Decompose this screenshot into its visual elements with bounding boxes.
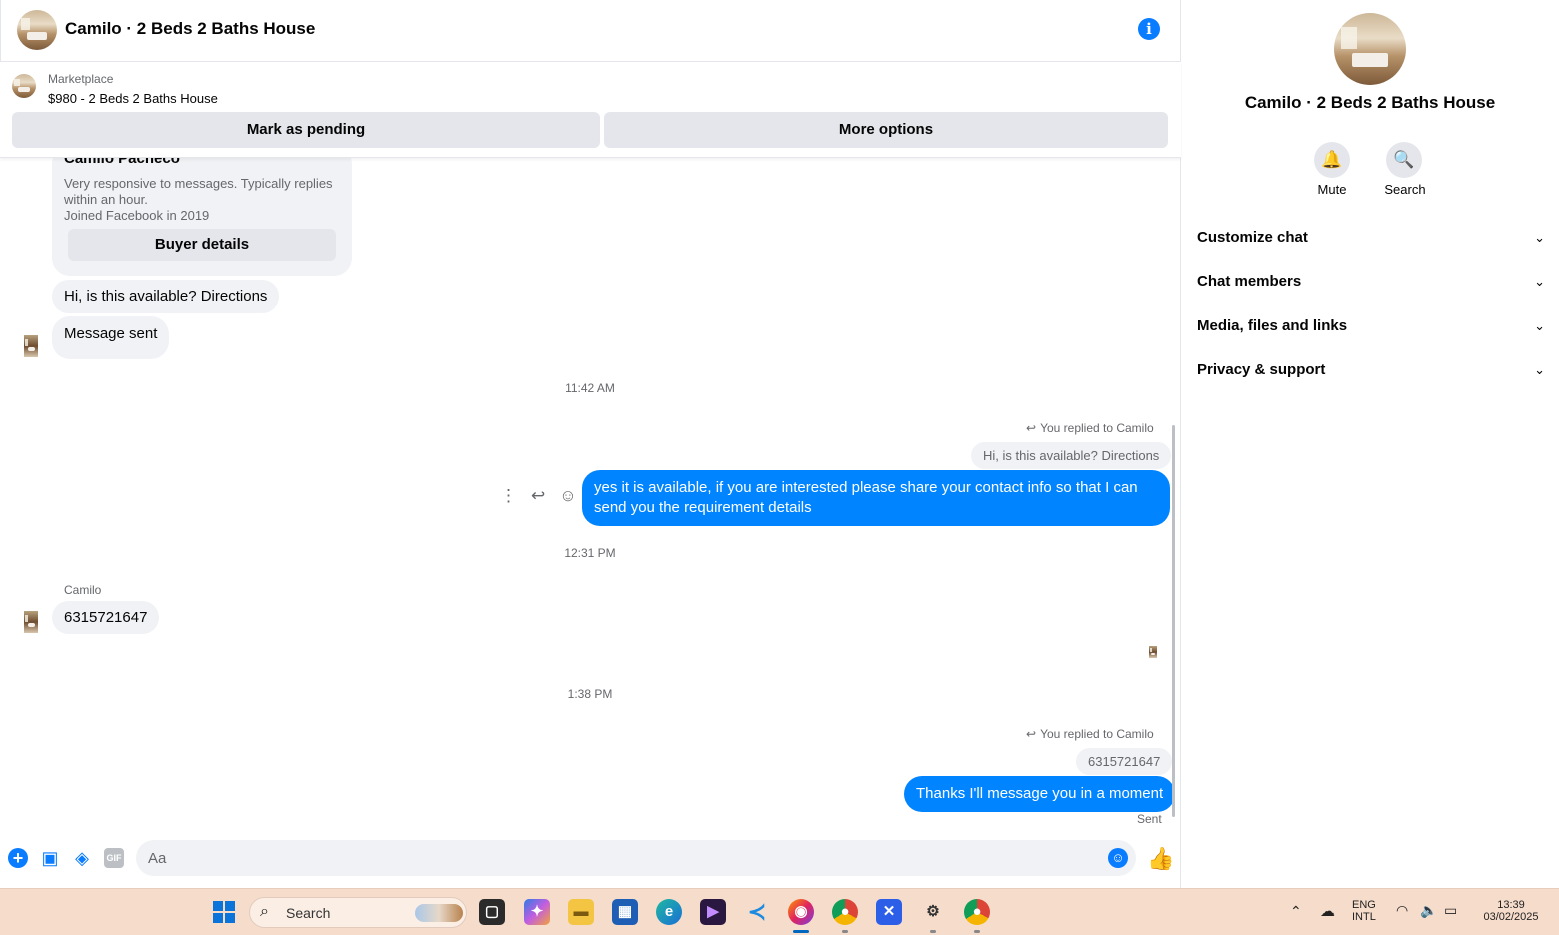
seller-description: Very responsive to messages. Typically r… [64, 176, 333, 207]
more-options-button[interactable]: More options [604, 112, 1168, 148]
firefox-icon[interactable]: ◉ [788, 899, 814, 925]
task-view-icon[interactable]: ▢ [479, 899, 505, 925]
react-icon[interactable]: ☺ [559, 486, 576, 506]
more-icon[interactable]: ⋮ [500, 486, 517, 506]
marketplace-bar: Marketplace $980 - 2 Beds 2 Baths House … [0, 62, 1181, 158]
timestamp: 11:42 AM [565, 381, 615, 395]
language-indicator[interactable]: ENG INTL [1352, 899, 1376, 923]
volume-icon[interactable]: 🔈 [1420, 902, 1437, 919]
chevron-down-icon: ⌄ [1534, 318, 1545, 333]
listing-title[interactable]: $980 - 2 Beds 2 Baths House [48, 91, 218, 106]
seller-joined: Joined Facebook in 2019 [64, 208, 210, 223]
emoji-icon[interactable]: ☺ [1108, 848, 1128, 868]
seller-name: Camilo Pacheco [64, 158, 180, 167]
running-app-indicator [930, 930, 936, 933]
reply-indicator: ↩ You replied to Camilo [1026, 421, 1154, 435]
info-icon[interactable]: i [1138, 18, 1160, 40]
privacy-support-row[interactable]: Privacy & support ⌄ [1197, 350, 1547, 390]
sticker-icon[interactable]: ◈ [72, 848, 92, 868]
message-bubble-outgoing[interactable]: Thanks I'll message you in a moment [904, 776, 1176, 812]
app-icon[interactable]: ⚙ [920, 899, 946, 925]
running-app-indicator [842, 930, 848, 933]
bell-icon: 🔔 [1321, 150, 1343, 169]
gif-icon[interactable]: GIF [104, 848, 124, 868]
vscode-icon[interactable]: ≺ [744, 899, 770, 925]
search-label: Search [1384, 182, 1426, 197]
reply-indicator: ↩ You replied to Camilo [1026, 727, 1154, 741]
listing-avatar[interactable] [17, 10, 57, 50]
buyer-details-button[interactable]: Buyer details [68, 229, 336, 261]
wifi-icon[interactable]: ◠ [1396, 902, 1408, 919]
customize-chat-row[interactable]: Customize chat ⌄ [1197, 218, 1547, 258]
timestamp: 12:31 PM [564, 546, 616, 560]
chat-members-row[interactable]: Chat members ⌄ [1197, 262, 1547, 302]
contact-avatar[interactable] [24, 335, 38, 357]
edge-icon[interactable]: e [656, 899, 682, 925]
reply-icon: ↩ [1026, 727, 1037, 741]
sender-name: Camilo [64, 583, 102, 597]
taskbar-search-label: Search [286, 905, 331, 921]
quoted-message[interactable]: 6315721647 [1076, 748, 1173, 775]
chevron-up-icon[interactable]: ⌃ [1290, 903, 1302, 920]
conversation-info-panel: Camilo · 2 Beds 2 Baths House 🔔 Mute 🔍 S… [1181, 0, 1559, 888]
quoted-message[interactable]: Hi, is this available? Directions [971, 442, 1172, 469]
thumbs-up-icon[interactable]: 👍 [1147, 846, 1174, 872]
message-actions: ⋮ ↩ ☺ [500, 486, 577, 506]
message-list: Camilo Pacheco Very responsive to messag… [0, 158, 1181, 830]
taskbar: ⌕ Search ▢ ✦ ▬ ▦ e ▶ ≺ ◉ ● ✕ ⚙ ● ⌃ ☁ ENG… [0, 888, 1559, 935]
taskbar-search[interactable]: ⌕ Search [249, 897, 467, 928]
search-icon: 🔍 [1393, 150, 1415, 169]
plus-icon[interactable]: + [8, 848, 28, 868]
app-icon[interactable]: ▶ [700, 899, 726, 925]
message-bubble-incoming[interactable]: Hi, is this available? Directions [52, 280, 280, 313]
message-bubble-incoming[interactable]: Message sent [52, 316, 170, 359]
mute-button[interactable]: 🔔 [1314, 142, 1350, 178]
message-status: Sent [1137, 812, 1162, 826]
clock[interactable]: 13:39 03/02/2025 [1476, 899, 1546, 923]
message-input[interactable] [136, 840, 1136, 876]
message-bubble-incoming[interactable]: 6315721647 [52, 601, 160, 634]
search-icon: ⌕ [260, 903, 269, 920]
chat-pane: Camilo · 2 Beds 2 Baths House i Marketpl… [0, 0, 1181, 888]
search-button[interactable]: 🔍 [1386, 142, 1422, 178]
scrollbar[interactable] [1172, 425, 1175, 817]
listing-thumbnail[interactable] [12, 74, 36, 98]
reply-icon[interactable]: ↩ [531, 486, 545, 506]
timestamp: 1:38 PM [567, 687, 613, 701]
chat-title[interactable]: Camilo · 2 Beds 2 Baths House [65, 19, 315, 39]
chevron-down-icon: ⌄ [1534, 362, 1545, 377]
copilot-icon[interactable]: ✦ [524, 899, 550, 925]
contact-avatar[interactable] [24, 611, 38, 633]
seller-card: Camilo Pacheco Very responsive to messag… [52, 158, 352, 276]
listing-avatar-large[interactable] [1334, 13, 1406, 85]
chat-header: Camilo · 2 Beds 2 Baths House i [0, 0, 1181, 62]
onedrive-icon[interactable]: ☁ [1320, 902, 1335, 920]
chevron-down-icon: ⌄ [1534, 274, 1545, 289]
app-icon[interactable]: ✕ [876, 899, 902, 925]
mute-label: Mute [1317, 182, 1347, 197]
composer: + ▣ ◈ GIF ☺ 👍 [0, 836, 1181, 882]
message-bubble-outgoing[interactable]: yes it is available, if you are interest… [582, 470, 1170, 526]
reply-icon: ↩ [1026, 421, 1037, 435]
battery-icon[interactable]: ▭ [1444, 902, 1457, 919]
file-explorer-icon[interactable]: ▬ [568, 899, 594, 925]
image-icon[interactable]: ▣ [40, 848, 60, 868]
active-app-indicator [793, 930, 809, 933]
mark-as-pending-button[interactable]: Mark as pending [12, 112, 600, 148]
read-receipt-avatar [1149, 646, 1157, 658]
chevron-down-icon: ⌄ [1534, 230, 1545, 245]
conversation-name: Camilo · 2 Beds 2 Baths House [1244, 93, 1496, 112]
store-icon[interactable]: ▦ [612, 899, 638, 925]
marketplace-label: Marketplace [48, 72, 114, 86]
running-app-indicator [974, 930, 980, 933]
search-highlight-image [415, 904, 463, 922]
media-files-links-row[interactable]: Media, files and links ⌄ [1197, 306, 1547, 346]
chrome-profile-icon[interactable]: ● [964, 899, 990, 925]
windows-start-icon[interactable] [211, 899, 237, 925]
chrome-icon[interactable]: ● [832, 899, 858, 925]
